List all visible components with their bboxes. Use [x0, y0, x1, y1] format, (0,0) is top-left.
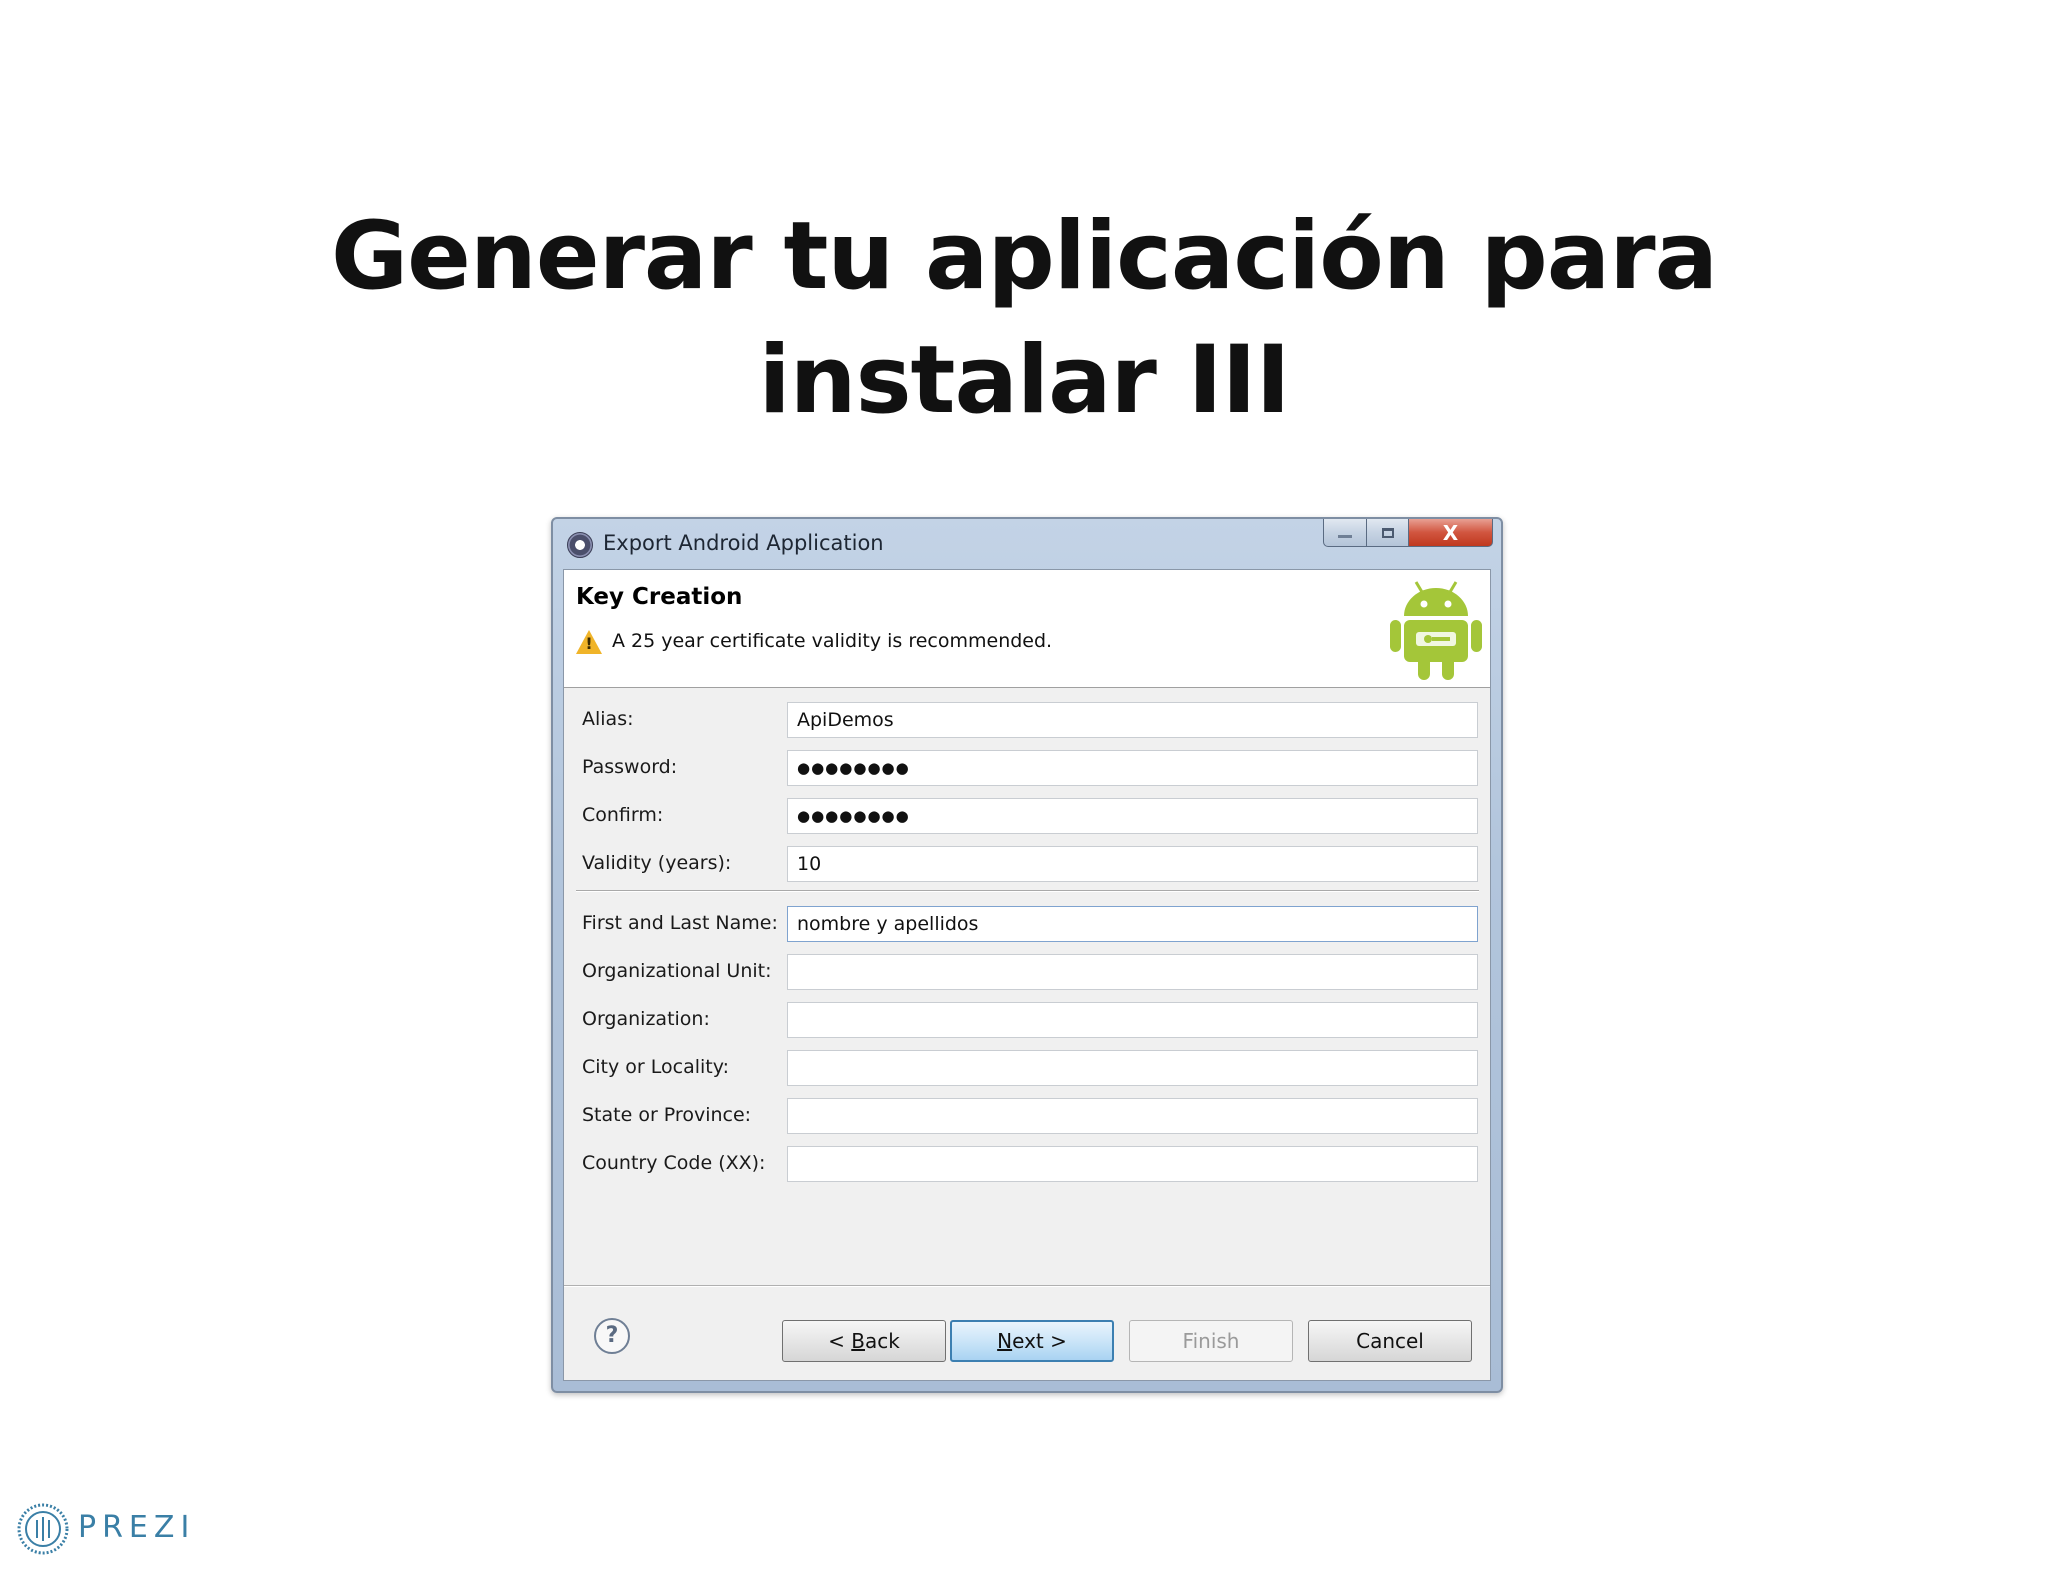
state-label: State or Province:: [582, 1104, 752, 1126]
close-button[interactable]: X: [1409, 519, 1493, 547]
slide-title: Generar tu aplicación para instalar III: [0, 195, 2048, 443]
city-field[interactable]: [787, 1050, 1478, 1086]
next-button-mnemonic: N: [997, 1329, 1013, 1353]
window-titlebar[interactable]: Export Android Application X: [553, 519, 1501, 569]
state-field[interactable]: [787, 1098, 1478, 1134]
eclipse-icon: [567, 532, 593, 558]
form-row-confirm: Confirm: ●●●●●●●●: [564, 796, 1490, 836]
validity-label: Validity (years):: [582, 852, 732, 874]
cancel-button-label: Cancel: [1356, 1329, 1424, 1353]
confirm-value: ●●●●●●●●: [797, 807, 910, 825]
form-row-password: Password: ●●●●●●●●: [564, 748, 1490, 788]
maximize-icon: [1381, 527, 1394, 538]
export-android-application-dialog: Export Android Application X Key Creatio…: [551, 517, 1503, 1393]
prezi-logo-icon: [17, 1503, 69, 1555]
slide-title-line-1: Generar tu aplicación para: [330, 202, 1718, 311]
close-icon: X: [1442, 520, 1459, 545]
password-value: ●●●●●●●●: [797, 759, 910, 777]
minimize-icon: [1338, 535, 1352, 538]
window-title: Export Android Application: [603, 531, 884, 555]
password-label: Password:: [582, 756, 678, 778]
organizational-unit-field[interactable]: [787, 954, 1478, 990]
help-button[interactable]: ?: [594, 1318, 630, 1354]
wizard-header: Key Creation ! A 25 year certificate val…: [564, 570, 1490, 688]
organizational-unit-label: Organizational Unit:: [582, 960, 772, 982]
first-last-name-field[interactable]: nombre y apellidos: [787, 906, 1478, 942]
form-row-org-unit: Organizational Unit:: [564, 952, 1490, 992]
slide: Generar tu aplicación para instalar III …: [0, 0, 2048, 1582]
minimize-button[interactable]: [1323, 519, 1367, 547]
country-code-label: Country Code (XX):: [582, 1152, 766, 1174]
alias-field[interactable]: ApiDemos: [787, 702, 1478, 738]
dialog-content: Key Creation ! A 25 year certificate val…: [563, 569, 1491, 1381]
form-row-validity: Validity (years): 10: [564, 844, 1490, 884]
prezi-wordmark: PREZI: [78, 1510, 196, 1545]
back-button-rest: ack: [865, 1329, 900, 1353]
organization-label: Organization:: [582, 1008, 710, 1030]
next-button-rest: ext >: [1012, 1329, 1067, 1353]
window-controls: X: [1323, 519, 1493, 549]
slide-title-line-2: instalar III: [758, 326, 1290, 435]
form-row-state: State or Province:: [564, 1096, 1490, 1136]
form-row-country: Country Code (XX):: [564, 1144, 1490, 1184]
form-row-name: First and Last Name: nombre y apellidos: [564, 904, 1490, 944]
page-heading: Key Creation: [576, 584, 743, 610]
city-label: City or Locality:: [582, 1056, 729, 1078]
alias-value: ApiDemos: [797, 709, 894, 731]
form-row-alias: Alias: ApiDemos: [564, 700, 1490, 740]
maximize-button[interactable]: [1367, 519, 1409, 547]
form-row-organization: Organization:: [564, 1000, 1490, 1040]
first-last-name-value: nombre y apellidos: [797, 913, 979, 935]
validity-field[interactable]: 10: [787, 846, 1478, 882]
confirm-password-field[interactable]: ●●●●●●●●: [787, 798, 1478, 834]
next-button[interactable]: Next >: [950, 1320, 1114, 1362]
back-button-mnemonic: B: [851, 1329, 865, 1353]
form-row-city: City or Locality:: [564, 1048, 1490, 1088]
finish-button[interactable]: Finish: [1129, 1320, 1293, 1362]
finish-button-label: Finish: [1182, 1329, 1240, 1353]
back-button[interactable]: < Back: [782, 1320, 946, 1362]
confirm-label: Confirm:: [582, 804, 664, 826]
country-code-field[interactable]: [787, 1146, 1478, 1182]
help-icon: ?: [605, 1323, 619, 1348]
cancel-button[interactable]: Cancel: [1308, 1320, 1472, 1362]
warning-icon-mark: !: [585, 634, 593, 653]
alias-label: Alias:: [582, 708, 634, 730]
first-last-name-label: First and Last Name:: [582, 912, 778, 934]
prezi-logo: PREZI: [16, 1500, 206, 1560]
back-button-prefix: <: [828, 1329, 852, 1353]
validity-value: 10: [797, 853, 822, 875]
organization-field[interactable]: [787, 1002, 1478, 1038]
warning-message: A 25 year certificate validity is recomm…: [612, 630, 1053, 652]
password-field[interactable]: ●●●●●●●●: [787, 750, 1478, 786]
android-icon: [1390, 581, 1482, 680]
footer-separator: [564, 1285, 1490, 1287]
form-separator: [576, 890, 1479, 892]
